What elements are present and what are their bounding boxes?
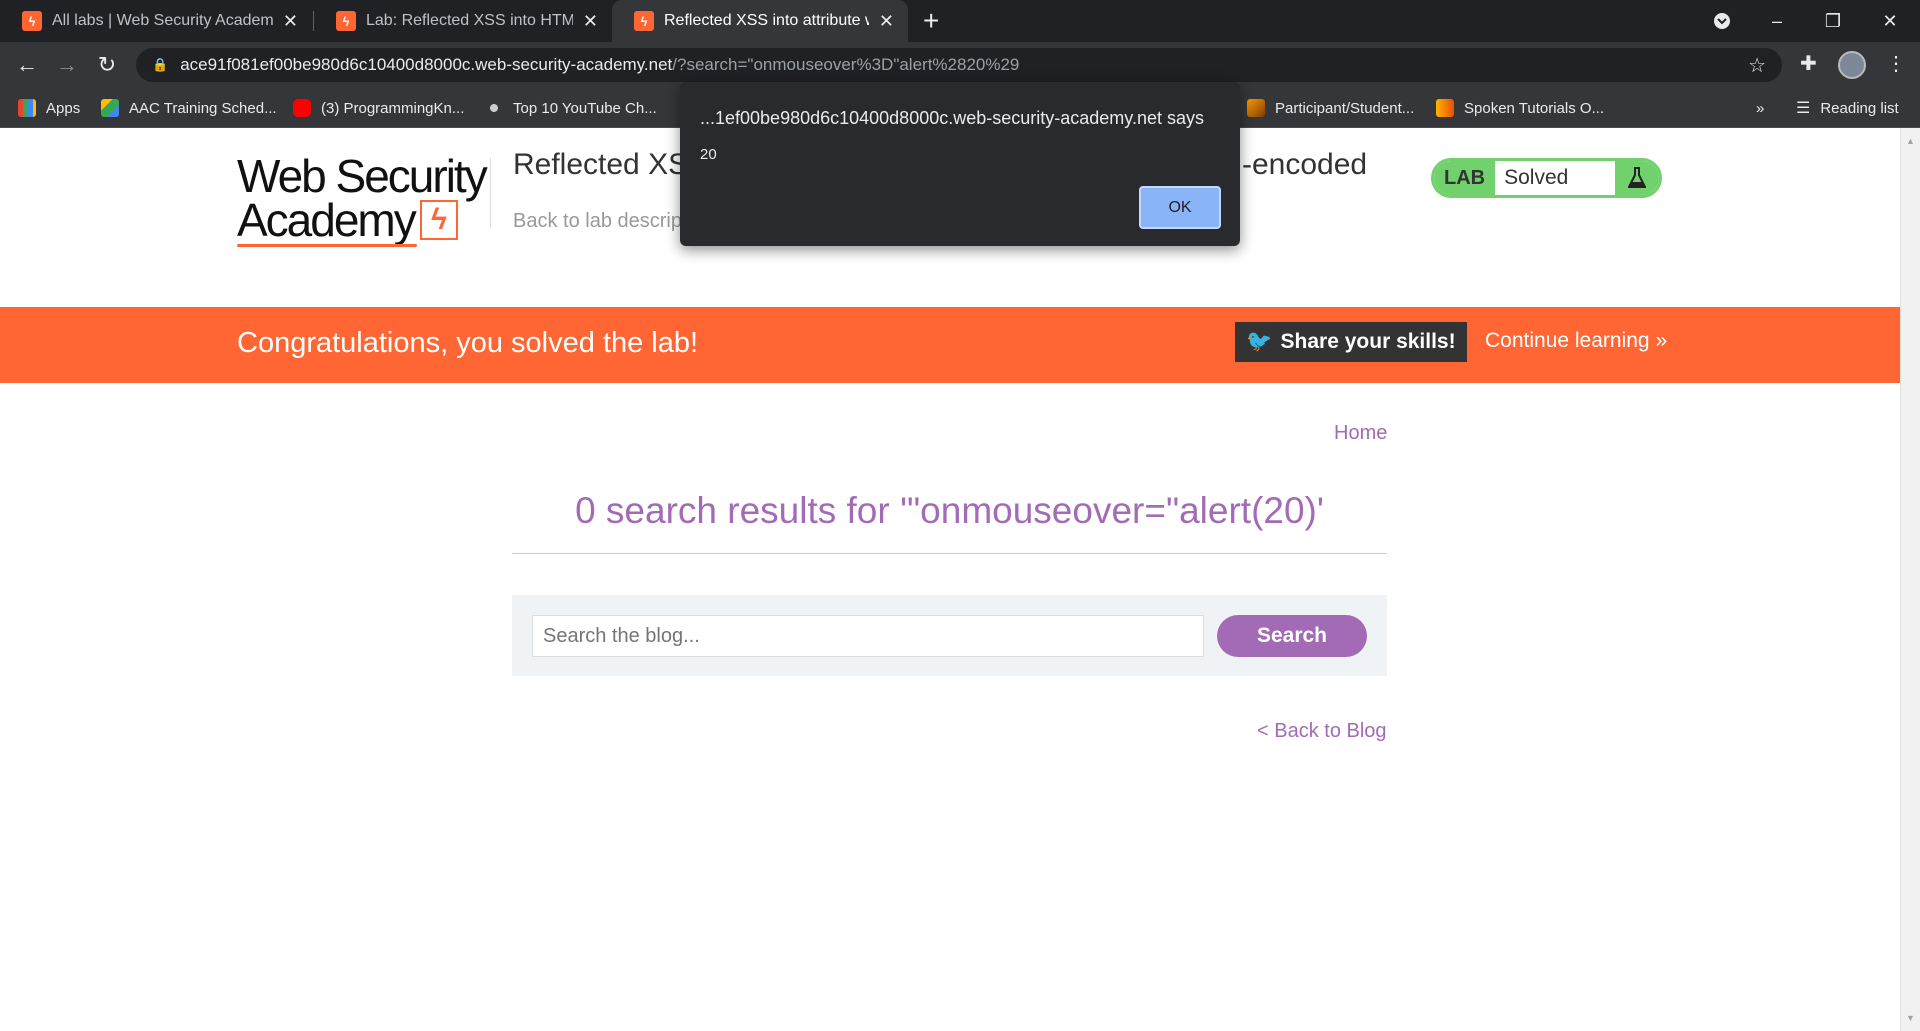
tab-title: Lab: Reflected XSS into HTML co <box>366 12 573 29</box>
logo-underline <box>237 244 417 247</box>
url-path: /?search="onmouseover%3D"alert%2820%29 <box>672 55 1020 74</box>
minimize-icon[interactable]: – <box>1749 0 1805 42</box>
bookmark-spoken-tutorials[interactable]: Spoken Tutorials O... <box>1436 88 1604 128</box>
share-label: Share your skills! <box>1280 330 1456 353</box>
twitter-icon: 🐦 <box>1246 330 1273 353</box>
menu-icon[interactable]: ⋮ <box>1886 51 1906 76</box>
lock-icon: 🔒 <box>152 57 169 72</box>
search-form: Search <box>512 595 1387 676</box>
spoken-tutorial-icon <box>1436 99 1454 117</box>
apps-grid-icon <box>18 99 36 117</box>
more-bookmarks-icon[interactable]: » <box>1756 88 1764 128</box>
reading-list[interactable]: ☰ Reading list <box>1796 88 1899 128</box>
lightning-icon: ϟ <box>420 200 458 240</box>
tab-search-icon[interactable] <box>1694 0 1750 42</box>
web-security-academy-favicon-icon: ϟ <box>634 11 654 31</box>
scroll-up-icon[interactable]: ▲ <box>1906 136 1915 146</box>
bookmark-participant-student[interactable]: Participant/Student... <box>1247 88 1414 128</box>
bookmark-apps[interactable]: Apps <box>18 88 80 128</box>
bookmark-aac-training[interactable]: AAC Training Sched... <box>101 88 277 128</box>
lab-title: Reflected XS <box>513 148 689 181</box>
sparkle-icon <box>485 99 503 117</box>
flask-icon <box>1615 161 1659 195</box>
new-tab-icon[interactable]: + <box>923 6 939 36</box>
tab-title: All labs | Web Security Academy <box>52 12 273 29</box>
lab-title-end: -encoded <box>1242 148 1368 181</box>
tab-all-labs[interactable]: ϟ All labs | Web Security Academy ✕ <box>0 0 312 42</box>
tab-title: Reflected XSS into attribute with <box>664 12 869 29</box>
bookmark-label: Participant/Student... <box>1275 99 1415 117</box>
reading-list-icon: ☰ <box>1796 100 1811 117</box>
lab-label: LAB <box>1434 161 1496 195</box>
reload-icon[interactable]: ↻ <box>92 50 122 80</box>
close-window-icon[interactable]: ✕ <box>1862 0 1918 42</box>
header-divider <box>490 158 491 228</box>
tab-strip: ϟ All labs | Web Security Academy ✕ ϟ La… <box>0 0 1920 42</box>
back-to-lab-description-link[interactable]: Back to lab descrip <box>513 210 682 233</box>
home-link[interactable]: Home <box>1334 422 1387 445</box>
web-security-academy-favicon-icon: ϟ <box>336 11 356 31</box>
bookmark-top10-youtube[interactable]: Top 10 YouTube Ch... <box>485 88 657 128</box>
address-bar[interactable]: 🔒 ace91f081ef00be980d6c10400d8000c.web-s… <box>136 48 1782 82</box>
search-button[interactable]: Search <box>1217 615 1367 657</box>
web-security-academy-favicon-icon: ϟ <box>22 11 42 31</box>
extensions-icon[interactable]: ✚ <box>1800 51 1817 76</box>
close-tab-icon[interactable]: ✕ <box>283 11 298 32</box>
forward-icon[interactable]: → <box>52 50 82 80</box>
scroll-down-icon[interactable]: ▼ <box>1906 1013 1915 1023</box>
congratulations-message: Congratulations, you solved the lab! <box>237 327 699 359</box>
search-input[interactable] <box>532 615 1204 657</box>
divider <box>512 553 1387 554</box>
solved-banner: Congratulations, you solved the lab! 🐦 S… <box>0 307 1900 383</box>
back-icon[interactable]: ← <box>12 50 42 80</box>
logo-text-line1: Web Security <box>237 150 488 202</box>
dialog-message: 20 <box>700 146 717 163</box>
dialog-title: ...1ef00be980d6c10400d8000c.web-security… <box>700 108 1204 128</box>
continue-learning-link[interactable]: Continue learning » <box>1485 329 1667 353</box>
close-tab-icon[interactable]: ✕ <box>583 11 598 32</box>
bookmark-star-icon[interactable]: ☆ <box>1748 53 1766 78</box>
close-tab-icon[interactable]: ✕ <box>879 11 894 32</box>
profile-avatar[interactable] <box>1838 51 1866 79</box>
youtube-icon <box>293 99 311 117</box>
ok-button[interactable]: OK <box>1139 186 1221 229</box>
web-page: Web Security Academy ϟ Reflected XS -enc… <box>0 128 1900 1031</box>
google-drive-icon <box>101 99 119 117</box>
alert-dialog: ...1ef00be980d6c10400d8000c.web-security… <box>680 82 1240 246</box>
restore-icon[interactable]: ❐ <box>1805 0 1861 42</box>
share-skills-button[interactable]: 🐦 Share your skills! <box>1235 322 1467 362</box>
url-host: ace91f081ef00be980d6c10400d8000c.web-sec… <box>180 55 673 74</box>
bookmark-label: AAC Training Sched... <box>129 99 277 117</box>
back-to-blog-link[interactable]: < Back to Blog <box>1257 720 1387 743</box>
web-security-academy-logo[interactable]: Web Security Academy ϟ <box>237 150 488 247</box>
bookmark-programmingknowledge[interactable]: (3) ProgrammingKn... <box>293 88 464 128</box>
search-results-heading: 0 search results for '"onmouseover="aler… <box>575 490 1324 531</box>
reading-list-label: Reading list <box>1820 99 1899 117</box>
lab-status: Solved <box>1504 166 1569 189</box>
continue-label: Continue learning <box>1485 329 1650 352</box>
spoken-tutorial-icon <box>1247 99 1265 117</box>
bookmark-label: Top 10 YouTube Ch... <box>513 99 657 117</box>
bookmark-label: Apps <box>46 99 81 117</box>
bookmark-label: (3) ProgrammingKn... <box>321 99 465 117</box>
lab-status-badge: LAB Solved <box>1431 158 1662 198</box>
scrollbar[interactable]: ▲ ▼ <box>1900 128 1920 1031</box>
double-chevron-right-icon: » <box>1655 329 1668 352</box>
tab-lab-reflected-xss-html[interactable]: ϟ Lab: Reflected XSS into HTML co ✕ <box>314 0 612 42</box>
bookmark-label: Spoken Tutorials O... <box>1464 99 1605 117</box>
tab-reflected-xss-attribute[interactable]: ϟ Reflected XSS into attribute with ✕ <box>612 0 908 42</box>
